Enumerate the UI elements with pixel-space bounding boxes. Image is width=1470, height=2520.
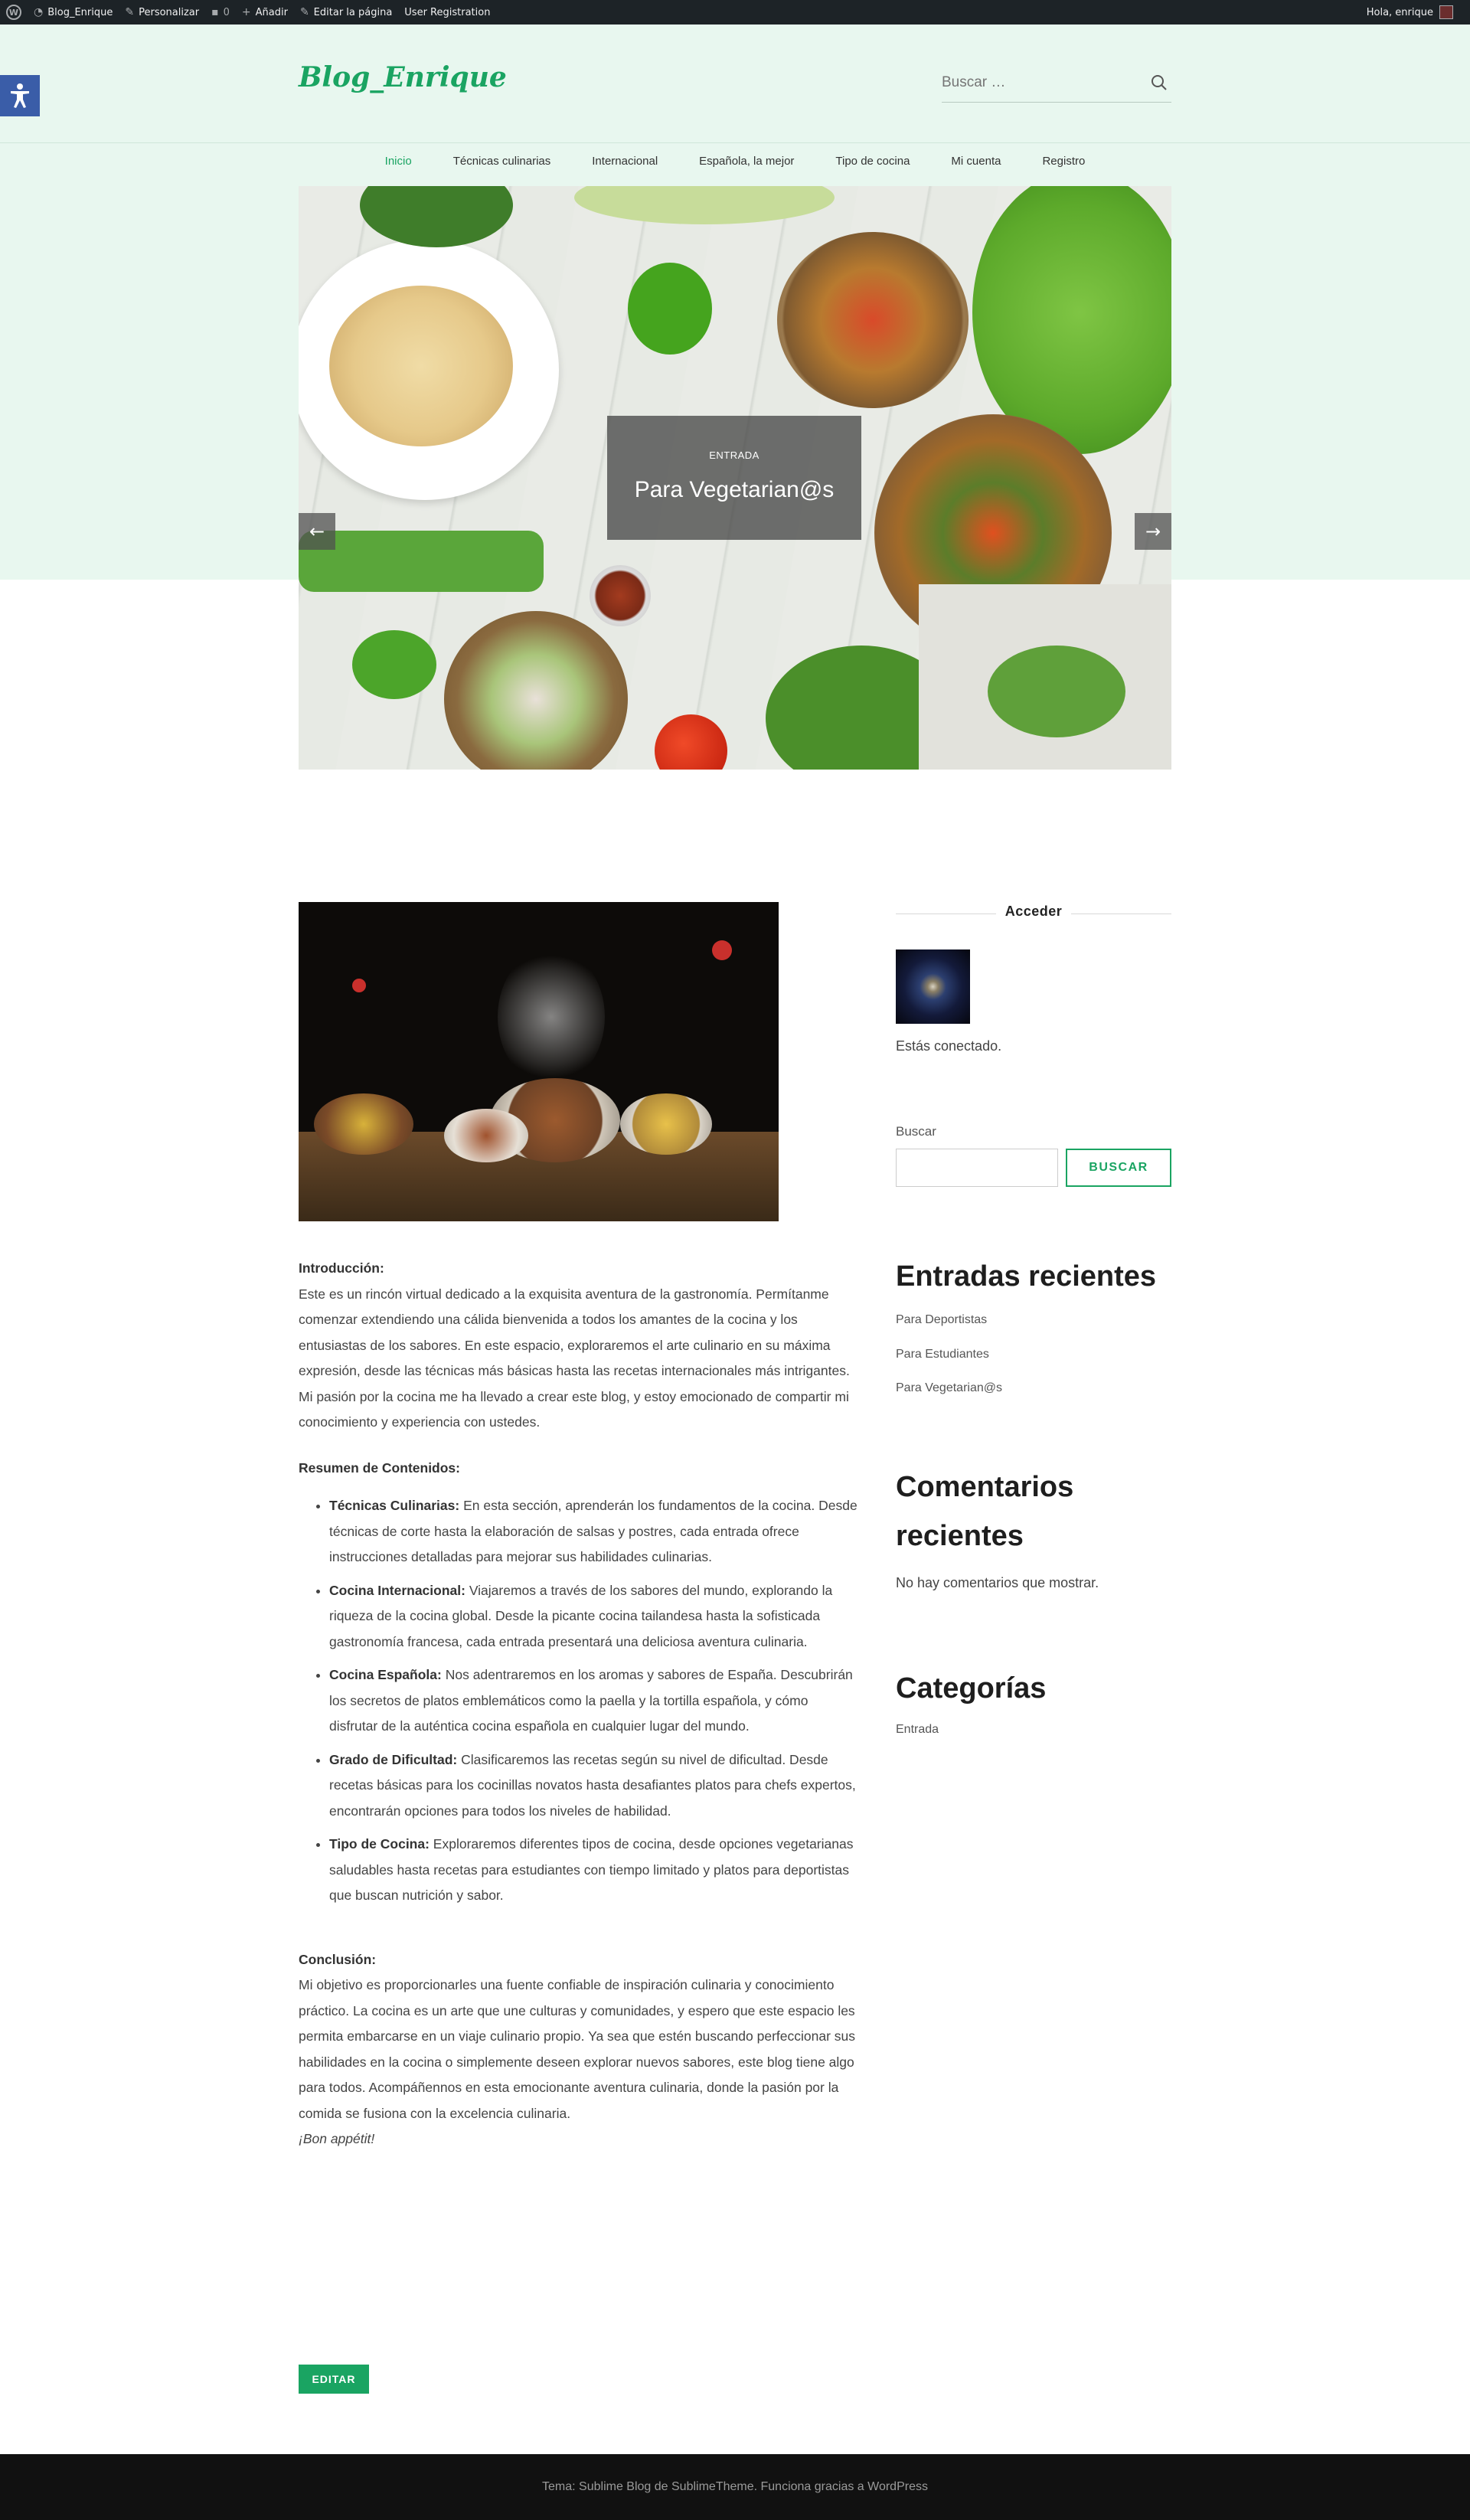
slider-next-button[interactable]: →	[1135, 513, 1171, 550]
header-search-input[interactable]	[942, 67, 1141, 98]
category-link[interactable]: Entrada	[896, 1723, 939, 1737]
plus-icon: +	[241, 6, 251, 18]
user-registration-label: User Registration	[404, 6, 491, 18]
intro-paragraph: Este es un rincón virtual dedicado a la …	[299, 1286, 850, 1430]
list-item-label: Tipo de Cocina:	[329, 1836, 430, 1852]
user-registration-link[interactable]: User Registration	[398, 0, 496, 25]
comments-link[interactable]: ▪ 0	[205, 0, 236, 25]
connected-status: Estás conectado.	[896, 1038, 1002, 1054]
comments-count: 0	[223, 6, 230, 18]
site-name-label: Blog_Enrique	[47, 6, 113, 18]
pencil-icon: ✎	[299, 6, 309, 18]
list-item-label: Técnicas Culinarias:	[329, 1498, 460, 1513]
edit-post-button[interactable]: EDITAR	[299, 2365, 369, 2394]
sidebar-search-button[interactable]: BUSCAR	[1066, 1149, 1171, 1187]
list-item: Técnicas Culinarias: En esta sección, ap…	[329, 1493, 858, 1571]
nav-item-mi-cuenta[interactable]: Mi cuenta	[930, 149, 1021, 179]
nav-item-inicio[interactable]: Inicio	[364, 149, 433, 179]
falling-tomato	[712, 940, 732, 960]
add-new-label: Añadir	[255, 6, 288, 18]
arrow-right-icon: →	[1145, 521, 1161, 542]
list-item-label: Grado de Dificultad:	[329, 1751, 458, 1767]
wordpress-icon: W	[6, 5, 21, 20]
accessibility-icon	[11, 83, 29, 108]
nav-item-registro[interactable]: Registro	[1021, 149, 1106, 179]
edit-page-label: Editar la página	[313, 6, 393, 18]
site-footer: Tema: Sublime Blog de SublimeTheme. Func…	[0, 2454, 1470, 2520]
list-item: Cocina Internacional: Viajaremos a travé…	[329, 1578, 858, 1655]
pasta	[329, 286, 513, 446]
hero-category[interactable]: ENTRADA	[607, 449, 861, 461]
greeting-label: Hola, enrique	[1366, 6, 1433, 18]
grain-bowl	[620, 1093, 712, 1155]
signoff-text: ¡Bon appétit!	[299, 2131, 375, 2146]
green-pepper	[628, 263, 712, 355]
list-item: Cocina Española: Nos adentraremos en los…	[329, 1662, 858, 1740]
post-content: Introducción: Este es un rincón virtual …	[299, 1256, 858, 2152]
login-widget-heading: Acceder	[896, 904, 1171, 923]
small-pepper	[352, 630, 436, 699]
salad-bowl	[777, 232, 969, 408]
recent-post-link[interactable]: Para Estudiantes	[896, 1348, 989, 1361]
fruit-bowl	[314, 1093, 413, 1155]
recent-post-link[interactable]: Para Vegetarian@s	[896, 1381, 1002, 1395]
arrow-left-icon: ←	[309, 521, 325, 542]
conclusion-paragraph: Mi objetivo es proporcionarles una fuent…	[299, 1977, 856, 2121]
conclusion-heading: Conclusión:	[299, 1951, 377, 1967]
hero-slider: ENTRADA Para Vegetarian@s ← →	[299, 186, 1171, 770]
no-comments-text: No hay comentarios que mostrar.	[896, 1575, 1099, 1590]
avatar[interactable]	[896, 949, 970, 1024]
list-item: Grado de Dificultad: Clasificaremos las …	[329, 1747, 858, 1825]
brush-icon: ✎	[125, 6, 135, 18]
nav-item-internacional[interactable]: Internacional	[571, 149, 678, 179]
spice-bowl	[590, 565, 651, 626]
comment-icon: ▪	[211, 6, 219, 18]
login-heading-label: Acceder	[995, 904, 1072, 919]
list-item-label: Cocina Internacional:	[329, 1582, 466, 1598]
footer-credits[interactable]: Tema: Sublime Blog de SublimeTheme. Func…	[542, 2480, 928, 2494]
my-account-menu[interactable]: Hola, enrique	[1367, 0, 1453, 25]
search-icon[interactable]	[1150, 74, 1168, 92]
list-item: Tipo de Cocina: Exploraremos diferentes …	[329, 1832, 858, 1909]
site-name-menu[interactable]: ◔ Blog_Enrique	[28, 0, 119, 25]
post-featured-image	[299, 902, 779, 1221]
nav-item-espanola[interactable]: Española, la mejor	[678, 149, 815, 179]
header-divider	[0, 142, 1470, 143]
steam	[498, 948, 605, 1086]
herb-bunch	[988, 646, 1125, 737]
categories-title: Categorías	[896, 1672, 1047, 1705]
customize-label: Personalizar	[139, 6, 200, 18]
admin-bar: W ◔ Blog_Enrique ✎ Personalizar ▪ 0 + Añ…	[0, 0, 1470, 25]
nav-item-tecnicas-culinarias[interactable]: Técnicas culinarias	[433, 149, 572, 179]
slider-prev-button[interactable]: ←	[299, 513, 335, 550]
accessibility-button[interactable]	[0, 75, 40, 116]
hero-title[interactable]: Para Vegetarian@s	[607, 477, 861, 503]
intro-heading: Introducción:	[299, 1260, 384, 1276]
recent-comments-title: Comentarios recientes	[896, 1471, 1074, 1552]
recent-posts-title: Entradas recientes	[896, 1260, 1157, 1293]
edit-page-link[interactable]: ✎ Editar la página	[294, 0, 398, 25]
customize-link[interactable]: ✎ Personalizar	[119, 0, 205, 25]
summary-heading: Resumen de Contenidos:	[299, 1459, 460, 1476]
sidebar-search-label: Buscar	[896, 1124, 936, 1139]
falling-cherry	[352, 979, 366, 992]
lentil-bowl	[444, 1109, 528, 1162]
sidebar-search-input[interactable]	[896, 1149, 1058, 1187]
nav-item-tipo-de-cocina[interactable]: Tipo de cocina	[815, 149, 930, 179]
site-title[interactable]: Blog_Enrique	[299, 61, 507, 93]
dashboard-icon: ◔	[34, 6, 44, 18]
summary-list: Técnicas Culinarias: En esta sección, ap…	[299, 1493, 858, 1909]
green-onions	[299, 531, 544, 592]
wordpress-logo-menu[interactable]: W	[0, 0, 28, 25]
admin-avatar	[1439, 5, 1453, 19]
list-item-label: Cocina Española:	[329, 1667, 442, 1682]
header-search	[942, 67, 1171, 103]
recent-post-link[interactable]: Para Deportistas	[896, 1313, 987, 1327]
main-nav: Inicio Técnicas culinarias Internacional…	[299, 149, 1171, 179]
hero-caption-box[interactable]: ENTRADA Para Vegetarian@s	[607, 416, 861, 540]
add-new-menu[interactable]: + Añadir	[236, 0, 294, 25]
